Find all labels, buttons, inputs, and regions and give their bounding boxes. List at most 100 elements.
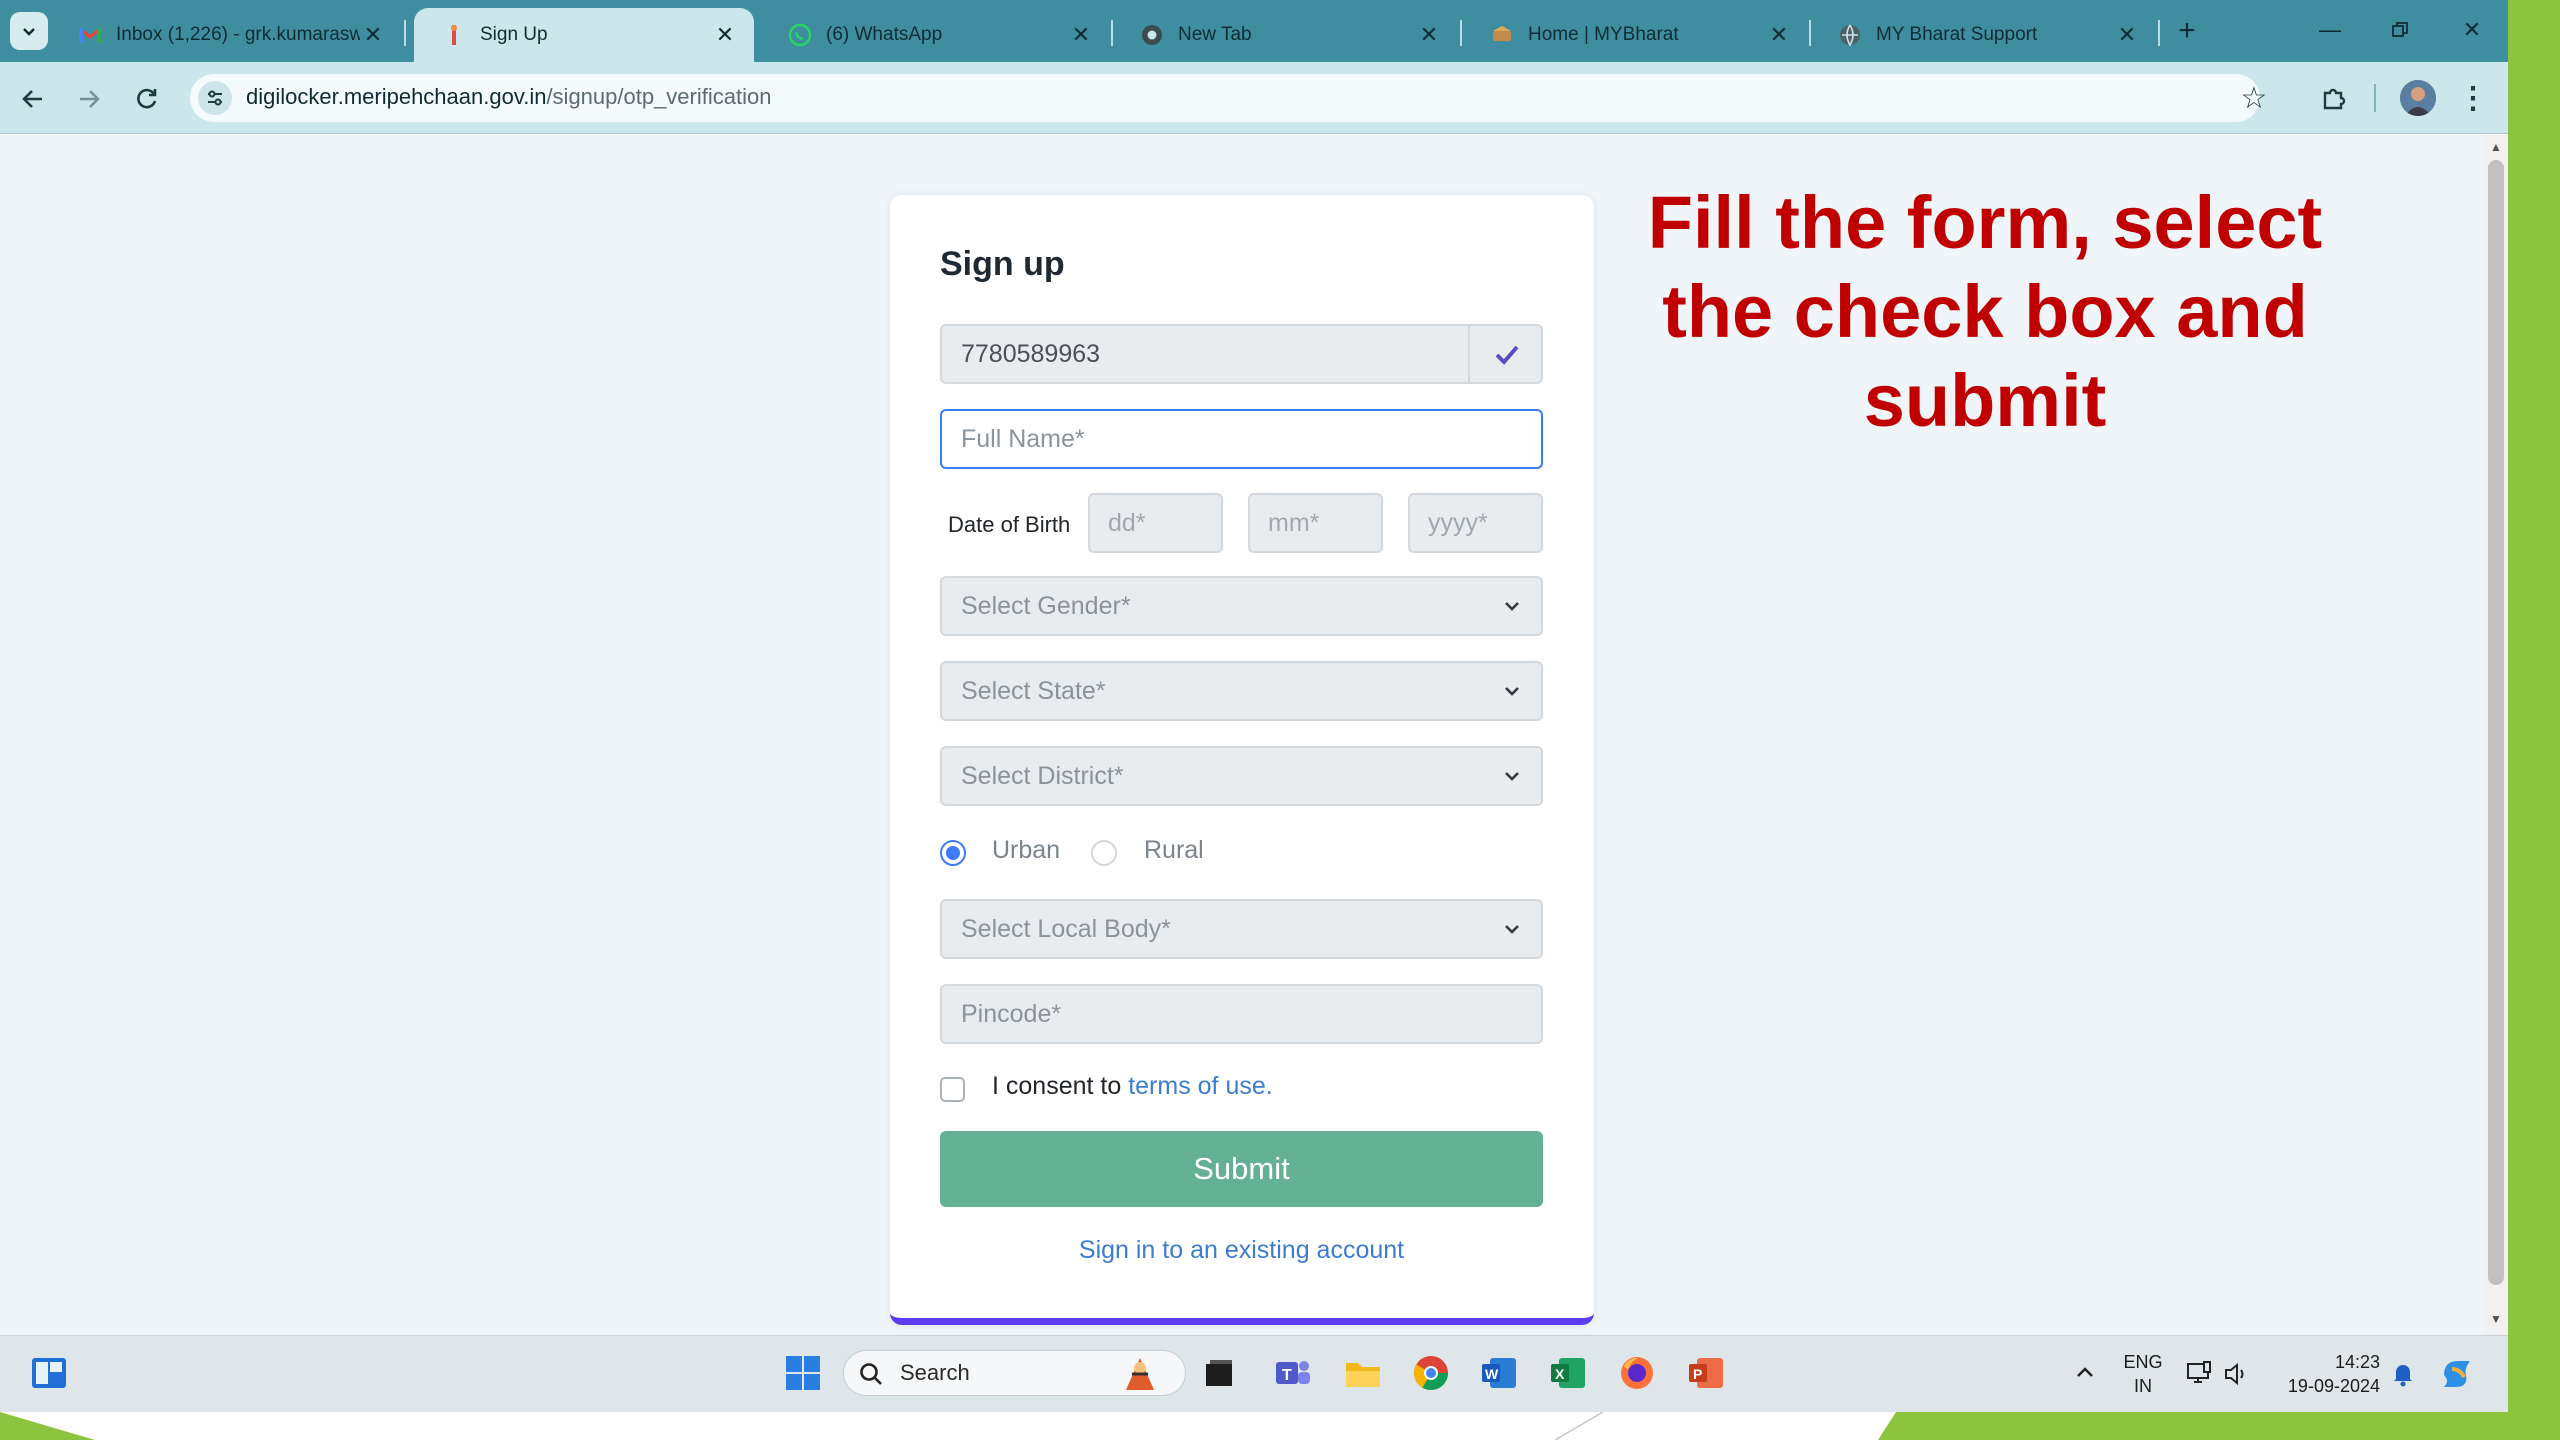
chrome-icon — [1140, 23, 1164, 47]
rural-radio[interactable] — [1091, 840, 1117, 866]
site-info-button[interactable] — [198, 81, 232, 115]
reload-icon — [137, 88, 157, 109]
network-icon[interactable] — [2186, 1360, 2218, 1388]
tab-mybharat[interactable]: Home | MYBharat ✕ — [1462, 8, 1808, 62]
globe-icon — [1838, 23, 1862, 47]
start-button[interactable] — [780, 1350, 826, 1396]
chevron-up-icon[interactable] — [2072, 1360, 2098, 1386]
excel-button[interactable]: X — [1545, 1350, 1591, 1396]
full-name-input[interactable]: Full Name* — [940, 409, 1543, 469]
dob-label: Date of Birth — [948, 512, 1071, 537]
bookmark-star-icon[interactable]: ☆ — [2236, 80, 2272, 116]
dob-day-input[interactable]: dd* — [1088, 493, 1223, 553]
windows-logo-icon — [786, 1356, 820, 1390]
powerpoint-icon: P — [1689, 1358, 1723, 1388]
dob-month-input[interactable]: mm* — [1248, 493, 1383, 553]
scroll-up-arrow-icon[interactable]: ▲ — [2488, 140, 2504, 156]
extensions-button[interactable] — [2314, 80, 2354, 116]
tab-title: (6) WhatsApp — [826, 24, 943, 45]
dob-day-placeholder: dd* — [1108, 508, 1146, 537]
close-icon[interactable]: ✕ — [360, 22, 386, 48]
slide-corner-shape-right — [1878, 1412, 2560, 1440]
word-button[interactable]: W — [1476, 1350, 1522, 1396]
svg-text:W: W — [1485, 1366, 1499, 1382]
local-body-placeholder: Select Local Body* — [961, 914, 1171, 943]
dob-year-input[interactable]: yyyy* — [1408, 493, 1543, 553]
close-icon[interactable]: ✕ — [1416, 22, 1442, 48]
tab-sign-up[interactable]: Sign Up ✕ — [414, 8, 754, 62]
local-body-select[interactable]: Select Local Body* — [940, 899, 1543, 959]
language-indicator[interactable]: ENG IN — [2120, 1350, 2166, 1398]
district-select[interactable]: Select District* — [940, 746, 1543, 806]
chevron-down-icon — [23, 28, 35, 36]
excel-icon: X — [1551, 1358, 1585, 1388]
forward-button[interactable] — [68, 78, 110, 120]
terms-of-use-link[interactable]: terms of use. — [1128, 1072, 1273, 1100]
widgets-button[interactable] — [26, 1350, 72, 1396]
mybharat-icon — [1490, 23, 1514, 47]
chevron-down-icon — [1505, 602, 1519, 611]
tab-whatsapp[interactable]: (6) WhatsApp ✕ — [760, 8, 1110, 62]
profile-avatar[interactable] — [2400, 80, 2436, 116]
tab-title: New Tab — [1178, 24, 1252, 45]
close-window-button[interactable]: ✕ — [2444, 10, 2500, 50]
tab-separator — [404, 20, 406, 46]
close-icon[interactable]: ✕ — [712, 22, 738, 48]
sign-in-link[interactable]: Sign in to an existing account — [940, 1236, 1543, 1265]
svg-text:T: T — [1282, 1367, 1292, 1384]
tab-new-tab[interactable]: New Tab ✕ — [1112, 8, 1458, 62]
close-icon[interactable]: ✕ — [2114, 22, 2140, 48]
new-tab-button[interactable]: + — [2170, 14, 2204, 48]
task-view-icon — [1206, 1360, 1232, 1386]
gender-select[interactable]: Select Gender* — [940, 576, 1543, 636]
reload-button[interactable] — [126, 78, 168, 120]
tab-title: MY Bharat Support — [1876, 24, 2038, 45]
scroll-down-arrow-icon[interactable]: ▼ — [2488, 1312, 2504, 1328]
tab-mybharat-support[interactable]: MY Bharat Support ✕ — [1810, 8, 2156, 62]
copilot-icon[interactable] — [2438, 1355, 2476, 1393]
page-title: Sign up — [940, 245, 1065, 283]
firefox-button[interactable] — [1614, 1350, 1660, 1396]
tune-icon — [208, 90, 222, 106]
puzzle-icon — [2323, 88, 2346, 110]
slide-corner-shape — [0, 1412, 95, 1440]
file-explorer-button[interactable] — [1340, 1350, 1386, 1396]
notification-bell-icon[interactable] — [2388, 1359, 2418, 1389]
browser-menu-icon[interactable]: ⋮ — [2458, 80, 2488, 116]
submit-button[interactable]: Submit — [940, 1131, 1543, 1207]
dob-year-placeholder: yyyy* — [1428, 508, 1488, 537]
volume-icon[interactable] — [2222, 1360, 2252, 1388]
widgets-icon — [32, 1358, 66, 1388]
pincode-input[interactable]: Pincode* — [940, 984, 1543, 1044]
chevron-down-icon — [1505, 772, 1519, 781]
urban-radio[interactable] — [940, 840, 966, 866]
scrollbar-thumb[interactable] — [2488, 160, 2504, 1285]
state-select[interactable]: Select State* — [940, 661, 1543, 721]
consent-prefix: I consent to — [992, 1072, 1122, 1100]
teams-icon: T — [1276, 1361, 1310, 1384]
rural-label: Rural — [1144, 836, 1204, 864]
clock[interactable]: 14:23 19-09-2024 — [2270, 1350, 2380, 1398]
back-button[interactable] — [12, 78, 54, 120]
close-icon[interactable]: ✕ — [1068, 22, 1094, 48]
check-icon — [1495, 345, 1519, 365]
teams-button[interactable]: T — [1270, 1350, 1316, 1396]
pincode-placeholder: Pincode* — [961, 999, 1062, 1028]
consent-checkbox[interactable] — [940, 1077, 965, 1102]
restore-button[interactable] — [2372, 10, 2428, 50]
url-text[interactable]: digilocker.meripehchaan.gov.in/signup/ot… — [246, 84, 771, 110]
mobile-number-field: 7780589963 — [940, 324, 1543, 384]
tab-separator — [2158, 20, 2160, 46]
task-view-button[interactable] — [1196, 1350, 1242, 1396]
taskbar-search-label: Search — [900, 1360, 970, 1385]
tab-search-button[interactable] — [10, 12, 48, 50]
url-host: digilocker.meripehchaan.gov.in — [246, 84, 547, 109]
minimize-button[interactable]: — — [2302, 10, 2358, 50]
svg-text:P: P — [1693, 1366, 1702, 1382]
tab-gmail[interactable]: Inbox (1,226) - grk.kumarasw ✕ — [50, 8, 402, 62]
powerpoint-button[interactable]: P — [1683, 1350, 1729, 1396]
chrome-taskbar-button[interactable] — [1408, 1350, 1454, 1396]
arrow-left-icon — [22, 90, 42, 108]
chevron-down-icon — [1505, 687, 1519, 696]
close-icon[interactable]: ✕ — [1766, 22, 1792, 48]
